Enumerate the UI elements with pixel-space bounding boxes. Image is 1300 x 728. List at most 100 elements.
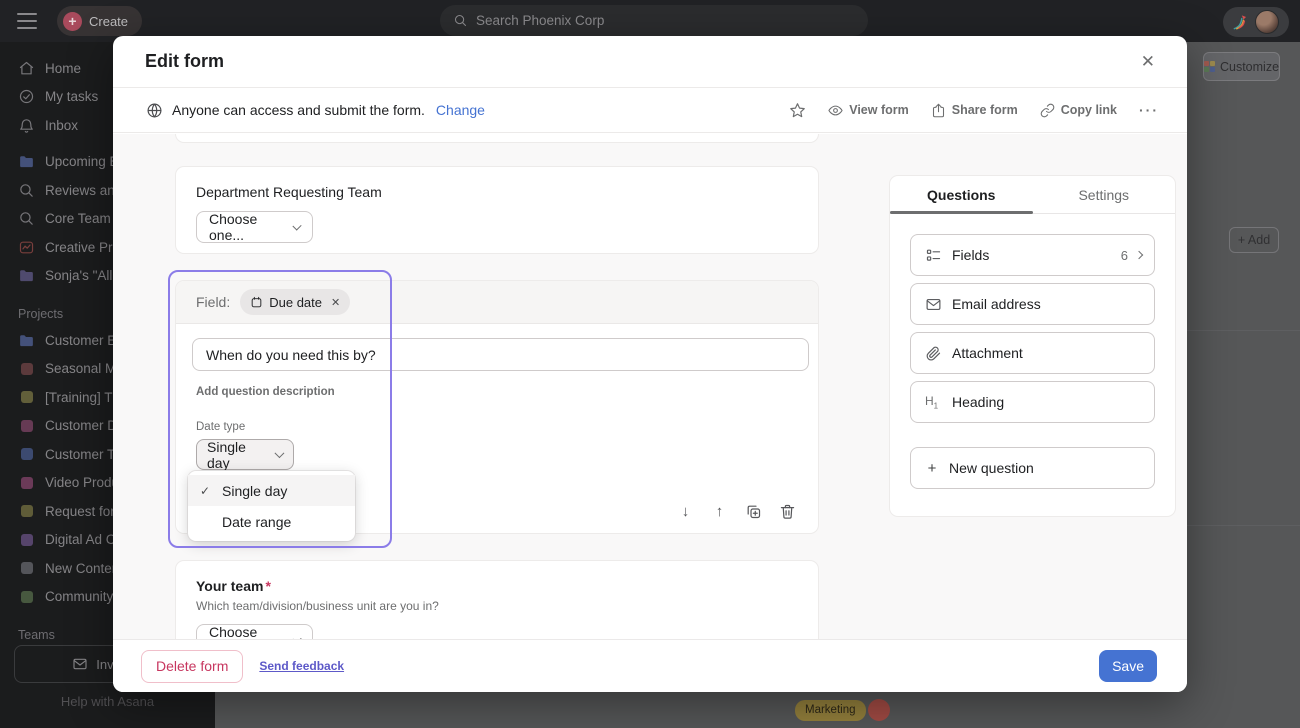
chevron-down-icon	[275, 448, 285, 458]
chevron-right-icon	[1135, 251, 1143, 259]
panel-item-heading[interactable]: H1 Heading	[910, 381, 1155, 423]
question-card-partial[interactable]	[176, 134, 818, 142]
sidebar-item-label: Video Produ	[45, 475, 119, 490]
edit-form-modal: Edit form ✕ Anyone can access and submit…	[113, 36, 1187, 692]
account-menu[interactable]	[1223, 7, 1289, 37]
sidebar-item-label: Digital Ad C	[45, 532, 116, 547]
team-dropdown[interactable]: Choose one...	[196, 624, 313, 640]
panel-item-label: Fields	[952, 247, 989, 263]
field-label: Field:	[196, 294, 230, 310]
panel-tabs: Questions Settings	[890, 176, 1175, 214]
sidebar-item-label: Sonja's "All	[45, 268, 112, 283]
globe-icon	[146, 102, 163, 119]
view-form-button[interactable]: View form	[828, 103, 909, 118]
chevron-down-icon	[292, 221, 301, 230]
dropdown-value: Choose one...	[209, 211, 285, 243]
help-link[interactable]: Help with Asana	[0, 694, 215, 709]
remove-field-icon[interactable]: ✕	[331, 296, 340, 309]
project-color-dot	[21, 391, 33, 403]
question-title-input[interactable]	[192, 338, 809, 371]
check-icon: ✓	[200, 484, 213, 498]
search-icon	[453, 13, 468, 28]
date-type-select[interactable]: Single day	[196, 439, 294, 470]
customize-grid-icon	[1204, 61, 1215, 72]
question-label: Your team	[196, 578, 263, 594]
panel-item-fields[interactable]: Fields6	[910, 234, 1155, 276]
sidebar-item-label: [Training] T	[45, 390, 113, 405]
date-type-menu: ✓ Single day Date range	[188, 471, 355, 541]
panel-item-email-address[interactable]: Email address	[910, 283, 1155, 325]
project-color-dot	[21, 562, 33, 574]
star-icon[interactable]	[789, 102, 806, 119]
project-color-dot	[21, 591, 33, 603]
required-asterisk: *	[265, 578, 270, 594]
sidebar-item-label: Creative Pro	[45, 240, 120, 255]
project-color-dot	[21, 534, 33, 546]
project-color-dot	[21, 505, 33, 517]
sidebar-item-label: Community	[45, 589, 113, 604]
question-description: Which team/division/business unit are yo…	[196, 599, 798, 613]
customize-button[interactable]: Customize	[1203, 52, 1280, 81]
question-card-your-team[interactable]: Your team* Which team/division/business …	[176, 561, 818, 640]
tab-questions[interactable]: Questions	[890, 176, 1033, 213]
share-form-button[interactable]: Share form	[931, 103, 1018, 118]
questions-panel: Questions Settings Fields6 Email address A…	[890, 176, 1175, 516]
tab-settings[interactable]: Settings	[1033, 176, 1176, 213]
folder-icon	[18, 332, 35, 349]
menu-item-date-range[interactable]: Date range	[188, 506, 355, 537]
hamburger-menu-icon[interactable]	[17, 13, 37, 29]
sidebar-item-label: Inbox	[45, 118, 78, 133]
delete-form-button[interactable]: Delete form	[141, 650, 243, 683]
avatar-dot	[868, 699, 890, 721]
phoenix-logo-icon	[1231, 12, 1251, 32]
search-icon	[18, 210, 35, 227]
view-form-label: View form	[849, 103, 909, 117]
create-button[interactable]: + Create	[57, 6, 142, 36]
send-feedback-link[interactable]: Send feedback	[259, 659, 344, 673]
portfolio-icon	[18, 239, 35, 256]
heading-h1-icon: H1	[925, 394, 942, 411]
sidebar-item-label: Request for	[45, 504, 115, 519]
question-card-department[interactable]: Department Requesting Team Choose one...	[176, 167, 818, 253]
more-options-icon[interactable]: ···	[1139, 102, 1159, 118]
sidebar-item-label: Reviews and	[45, 183, 122, 198]
modal-footer: Delete form Send feedback Save	[113, 640, 1187, 692]
form-actions: View form Share form Copy link ···	[789, 102, 1159, 119]
question-toolbar: ↓ ↑	[677, 503, 796, 520]
close-icon[interactable]: ✕	[1137, 48, 1159, 76]
add-question-description-button[interactable]: Add question description	[196, 386, 802, 398]
date-type-label: Date type	[196, 421, 802, 433]
fields-list-icon	[925, 247, 942, 264]
access-text: Anyone can access and submit the form.	[172, 102, 425, 118]
sidebar-item-label: Upcoming E	[45, 154, 119, 169]
select-value: Single day	[207, 439, 268, 471]
chip-label: Due date	[269, 295, 322, 310]
new-question-button[interactable]: +New question	[910, 447, 1155, 489]
duplicate-icon[interactable]	[745, 503, 762, 520]
share-icon	[931, 103, 946, 118]
due-date-chip[interactable]: Due date ✕	[240, 289, 350, 315]
panel-item-attachment[interactable]: Attachment	[910, 332, 1155, 374]
user-avatar	[1255, 10, 1279, 34]
change-access-link[interactable]: Change	[436, 102, 485, 118]
menu-item-single-day[interactable]: ✓ Single day	[188, 475, 355, 506]
app-screen: Customize + Add Marketing + Create Searc…	[0, 0, 1300, 728]
panel-item-label: Heading	[952, 394, 1004, 410]
field-header: Field: Due date ✕	[176, 281, 818, 324]
modal-header: Edit form ✕	[113, 36, 1187, 88]
customize-label: Customize	[1220, 60, 1279, 74]
save-button[interactable]: Save	[1099, 650, 1157, 682]
plus-icon: +	[925, 460, 939, 477]
question-label: Department Requesting Team	[196, 184, 798, 200]
global-search-input[interactable]: Search Phoenix Corp	[440, 5, 868, 36]
trash-icon[interactable]	[779, 503, 796, 520]
move-up-icon[interactable]: ↑	[711, 503, 728, 520]
add-column-button[interactable]: + Add	[1229, 227, 1279, 253]
search-placeholder: Search Phoenix Corp	[476, 13, 604, 28]
copy-link-button[interactable]: Copy link	[1040, 103, 1117, 118]
department-dropdown[interactable]: Choose one...	[196, 211, 313, 243]
sidebar-item-label: Customer E	[45, 333, 116, 348]
move-down-icon[interactable]: ↓	[677, 503, 694, 520]
panel-item-label: Attachment	[952, 345, 1023, 361]
check-circle-icon	[18, 88, 35, 105]
